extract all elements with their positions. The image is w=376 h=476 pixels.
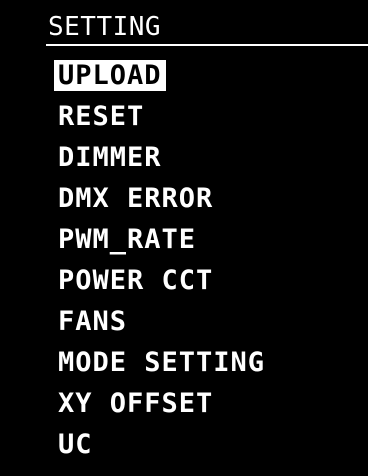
menu-item-mode-setting[interactable]: MODE SETTING <box>54 342 269 383</box>
menu-item-label: MODE SETTING <box>58 347 266 378</box>
menu-item-label: DIMMER <box>58 142 162 173</box>
settings-menu: UPLOAD RESET DIMMER DMX ERROR PWM_RATE P… <box>54 55 269 465</box>
menu-item-dmx-error[interactable]: DMX ERROR <box>54 178 269 219</box>
screen-title: SETTING <box>48 12 162 42</box>
menu-item-reset[interactable]: RESET <box>54 96 269 137</box>
menu-item-xy-offset[interactable]: XY OFFSET <box>54 383 269 424</box>
menu-item-label: POWER CCT <box>58 265 214 296</box>
menu-item-label: FANS <box>58 306 128 337</box>
device-display-screen: SETTING UPLOAD RESET DIMMER DMX ERROR PW… <box>0 0 368 476</box>
menu-item-upload[interactable]: UPLOAD <box>54 55 269 96</box>
menu-item-dimmer[interactable]: DIMMER <box>54 137 269 178</box>
menu-item-label: UC <box>58 429 93 460</box>
title-underline <box>46 44 368 46</box>
menu-item-uc[interactable]: UC <box>54 424 269 465</box>
menu-item-power-cct[interactable]: POWER CCT <box>54 260 269 301</box>
menu-item-pwm-rate[interactable]: PWM_RATE <box>54 219 269 260</box>
menu-item-label: RESET <box>58 101 145 132</box>
menu-item-label: UPLOAD <box>54 60 166 91</box>
menu-item-label: XY OFFSET <box>58 388 214 419</box>
menu-item-label: DMX ERROR <box>58 183 214 214</box>
menu-item-label: PWM_RATE <box>58 224 197 255</box>
menu-item-fans[interactable]: FANS <box>54 301 269 342</box>
